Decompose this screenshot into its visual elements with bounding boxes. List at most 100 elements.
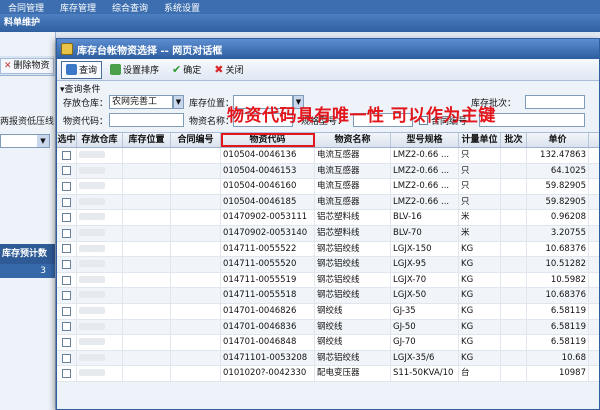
cell-spec: LMZ2-0.66 ...	[391, 163, 459, 179]
table-row[interactable]: 014701-0046848 钢绞线 GJ-70 KG 6.58119	[57, 335, 599, 351]
row-checkbox[interactable]	[57, 179, 77, 194]
menu-query[interactable]: 综合查询	[104, 1, 156, 14]
col-select[interactable]: 选中	[57, 133, 77, 147]
checkbox-icon[interactable]	[62, 181, 71, 191]
row-checkbox[interactable]	[57, 148, 77, 163]
cell-material-name: 铝芯塑料线	[315, 210, 391, 225]
cell-location	[123, 272, 171, 288]
background-grid-header: 库存预计数	[0, 244, 55, 264]
row-checkbox[interactable]	[57, 303, 77, 319]
background-combo[interactable]: ▼	[0, 134, 50, 148]
row-checkbox[interactable]	[57, 241, 77, 257]
cell-spec: S11-50KVA/10	[391, 366, 459, 381]
menu-contract[interactable]: 合同管理	[0, 1, 52, 14]
close-button[interactable]: ✖ 关闭	[209, 61, 248, 79]
cell-location	[123, 319, 171, 335]
table-row[interactable]: 010504-0046153 电流互感器 LMZ2-0.66 ... 只 64.1025	[57, 163, 599, 180]
cell-location	[123, 225, 171, 241]
redacted-block	[79, 338, 105, 346]
table-row[interactable]: 01470902-0053111 铝芯塑料线 BLV-16 米 0.96208	[57, 210, 599, 226]
batch-input[interactable]	[525, 95, 585, 109]
table-row[interactable]: 014701-0046836 钢绞线 GJ-50 KG 6.58119	[57, 319, 599, 336]
table-row[interactable]: 0101020?-0042330 配电变压器 S11-50KVA/10 台 10987	[57, 366, 599, 382]
table-row[interactable]: 010504-0046160 电流互感器 LMZ2-0.66 ... 只 59.8290…	[57, 179, 599, 195]
cell-spec: BLV-16	[391, 210, 459, 225]
table-row[interactable]: 01470902-0053140 铝芯塑料线 BLV-70 米 3.20755	[57, 225, 599, 242]
checkbox-icon[interactable]	[62, 322, 71, 332]
row-checkbox[interactable]	[57, 210, 77, 225]
checkbox-icon[interactable]	[62, 275, 71, 285]
cell-material-code: 01470902-0053111	[221, 210, 315, 225]
table-row[interactable]: 014711-0055519 钢芯铝绞线 LGJX-70 KG 10.5982	[57, 272, 599, 289]
col-batch[interactable]: 批次	[501, 133, 527, 147]
row-checkbox[interactable]	[57, 319, 77, 335]
table-row[interactable]: 014711-0055518 钢芯铝绞线 LGJX-50 KG 10.68376	[57, 288, 599, 304]
col-warehouse[interactable]: 存放仓库	[77, 133, 123, 147]
row-checkbox[interactable]	[57, 350, 77, 366]
checkbox-icon[interactable]	[62, 166, 71, 176]
checkbox-icon[interactable]	[62, 197, 71, 207]
row-checkbox[interactable]	[57, 335, 77, 350]
table-row[interactable]: 014711-0055522 钢芯铝绞线 LGJX-150 KG 10.68376	[57, 241, 599, 258]
cell-material-name: 铝芯塑料线	[315, 225, 391, 241]
row-checkbox[interactable]	[57, 163, 77, 179]
query-button[interactable]: 查询	[61, 60, 103, 79]
checkbox-icon[interactable]	[62, 291, 71, 301]
col-material-code[interactable]: 物资代码	[221, 133, 315, 147]
sort-settings-button[interactable]: 设置排序	[105, 61, 164, 79]
cell-material-code: 014711-0055519	[221, 272, 315, 288]
cell-unit: 米	[459, 225, 501, 241]
checkbox-icon[interactable]	[62, 337, 71, 347]
redacted-block	[79, 353, 105, 361]
checkbox-icon[interactable]	[62, 244, 71, 254]
chevron-down-icon: ▼	[37, 135, 49, 147]
table-row[interactable]: 01471101-0053208 钢芯铝绞线 LGJX-35/6 KG 10.68	[57, 350, 599, 367]
table-body: 010504-0046136 电流互感器 LMZ2-0.66 ... 只 132.478…	[57, 148, 599, 382]
warehouse-label: 存放仓库：	[63, 99, 109, 109]
checkbox-icon[interactable]	[62, 369, 71, 379]
cell-unit: KG	[459, 335, 501, 350]
cell-warehouse	[77, 210, 123, 225]
checkbox-icon[interactable]	[62, 259, 71, 269]
cell-batch	[501, 350, 527, 366]
col-location[interactable]: 库存位置	[123, 133, 171, 147]
warehouse-select[interactable]: 农网完善工	[109, 95, 173, 109]
cell-location	[123, 335, 171, 350]
delete-material-button[interactable]: ✕ 删除物资	[0, 58, 54, 74]
checkbox-icon[interactable]	[62, 306, 71, 316]
table-row[interactable]: 010504-0046136 电流互感器 LMZ2-0.66 ... 只 132.478…	[57, 148, 599, 164]
cell-spec: GJ-70	[391, 335, 459, 350]
menu-inventory[interactable]: 库存管理	[52, 1, 104, 14]
row-checkbox[interactable]	[57, 257, 77, 272]
confirm-button[interactable]: ✔ 确定	[167, 61, 206, 79]
chevron-down-icon[interactable]: ▼	[173, 95, 184, 109]
checkbox-icon[interactable]	[62, 228, 71, 238]
col-spec[interactable]: 型号规格	[391, 133, 459, 147]
cell-warehouse	[77, 179, 123, 194]
col-contract[interactable]: 合同编号	[171, 133, 221, 147]
checkbox-icon[interactable]	[62, 213, 71, 223]
col-price[interactable]: 单价	[527, 133, 589, 147]
cell-batch	[501, 194, 527, 210]
table-row[interactable]: 014711-0055520 钢芯铝绞线 LGJX-95 KG 10.51282	[57, 257, 599, 273]
col-unit[interactable]: 计量单位	[459, 133, 501, 147]
menu-settings[interactable]: 系统设置	[156, 1, 208, 14]
cell-material-name: 钢芯铝绞线	[315, 272, 391, 288]
dialog-titlebar: 库存台帐物资选择 -- 网页对话框	[57, 39, 599, 59]
cell-contract	[171, 257, 221, 272]
table-row[interactable]: 010504-0046185 电流互感器 LMZ2-0.66 ... 只 59.8290…	[57, 194, 599, 211]
row-checkbox[interactable]	[57, 194, 77, 210]
code-input[interactable]	[109, 113, 184, 127]
cell-location	[123, 179, 171, 194]
col-material-name[interactable]: 物资名称	[315, 133, 391, 147]
checkbox-icon[interactable]	[62, 353, 71, 363]
row-checkbox[interactable]	[57, 272, 77, 288]
row-checkbox[interactable]	[57, 288, 77, 303]
checkbox-icon[interactable]	[62, 150, 71, 160]
row-checkbox[interactable]	[57, 366, 77, 381]
cell-contract	[171, 319, 221, 335]
table-row[interactable]: 014701-0046826 钢绞线 GJ-35 KG 6.58119	[57, 303, 599, 320]
row-checkbox[interactable]	[57, 225, 77, 241]
redacted-block	[79, 291, 105, 299]
delete-material-label: 删除物资	[13, 61, 50, 71]
